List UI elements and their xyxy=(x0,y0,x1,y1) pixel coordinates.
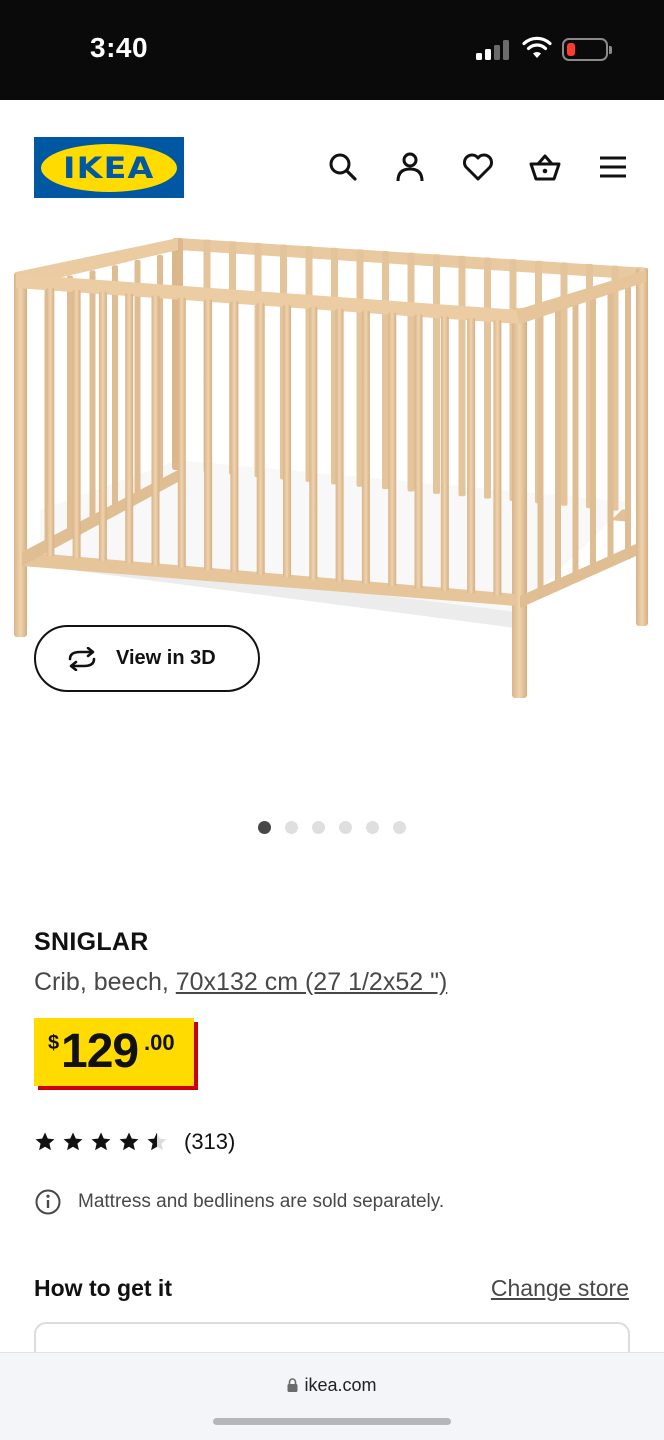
product-size-link[interactable]: 70x132 cm (27 1/2x52 ") xyxy=(176,968,448,996)
how-to-get-it-heading: How to get it xyxy=(34,1275,172,1301)
carousel-dot[interactable] xyxy=(285,821,298,834)
logo-text: IKEA xyxy=(63,150,155,185)
url-text: ikea.com xyxy=(304,1375,377,1395)
carousel-dot[interactable] xyxy=(312,821,325,834)
status-time: 3:40 xyxy=(90,32,149,63)
info-notice: Mattress and bedlinens are sold separate… xyxy=(34,1188,444,1216)
ikea-logo[interactable]: IKEA xyxy=(34,137,184,198)
review-count: (313) xyxy=(184,1129,236,1154)
star-full-icon xyxy=(63,1132,83,1151)
price-currency: $ xyxy=(48,1032,60,1054)
carousel-dot[interactable] xyxy=(393,821,406,834)
carousel-dot[interactable] xyxy=(258,821,271,834)
product-description: Crib, beech, 70x132 cm (27 1/2x52 ") xyxy=(34,968,447,997)
status-bar: 3:40 xyxy=(0,0,664,100)
view-in-3d-label: View in 3D xyxy=(116,647,216,669)
star-half-icon xyxy=(147,1132,167,1151)
heart-icon[interactable] xyxy=(461,150,495,184)
account-icon[interactable] xyxy=(393,150,427,184)
address-bar[interactable]: ikea.com xyxy=(0,1375,664,1396)
carousel-dot[interactable] xyxy=(366,821,379,834)
notice-text: Mattress and bedlinens are sold separate… xyxy=(78,1191,445,1212)
image-carousel-dots xyxy=(258,821,406,834)
view-in-3d-button[interactable]: View in 3D xyxy=(34,625,260,692)
star-full-icon xyxy=(91,1132,111,1151)
product-type: Crib, beech, xyxy=(34,968,176,996)
star-full-icon xyxy=(35,1132,55,1151)
carousel-dot[interactable] xyxy=(339,821,352,834)
rotate-3d-icon xyxy=(68,646,96,671)
price-cents: .00 xyxy=(144,1030,175,1055)
battery-low-icon xyxy=(562,38,612,61)
price-tag: $ 129 .00 xyxy=(34,1018,194,1086)
rating-stars xyxy=(34,1131,168,1153)
info-icon xyxy=(35,1189,61,1215)
product-name: SNIGLAR xyxy=(34,928,149,956)
product-rating[interactable]: (313) xyxy=(34,1127,235,1157)
price-main: 129 xyxy=(61,1025,139,1078)
cellular-signal-icon xyxy=(476,40,510,60)
star-full-icon xyxy=(119,1132,139,1151)
site-header: IKEA xyxy=(0,100,664,230)
cart-icon[interactable] xyxy=(528,150,562,184)
search-icon[interactable] xyxy=(326,150,360,184)
lock-icon xyxy=(287,1378,298,1392)
change-store-link[interactable]: Change store xyxy=(491,1275,629,1302)
home-indicator[interactable] xyxy=(213,1418,451,1425)
browser-bottom-bar: ikea.com xyxy=(0,1352,664,1440)
wifi-icon xyxy=(522,36,552,58)
menu-icon[interactable] xyxy=(596,150,630,184)
